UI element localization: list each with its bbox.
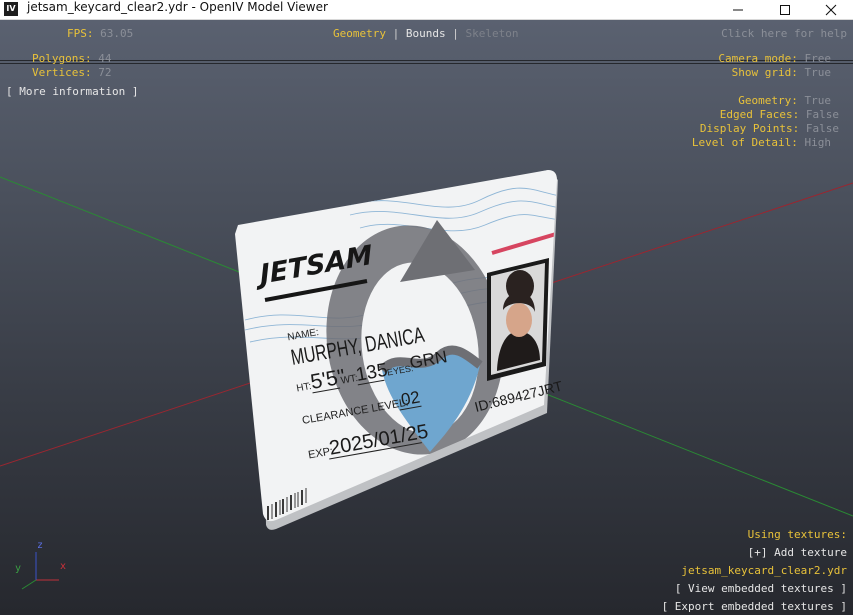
setting-level-of-detail[interactable]: Level of Detail: High — [692, 136, 839, 150]
help-link[interactable]: Click here for help — [721, 27, 847, 41]
view-tabs: Geometry | Bounds | Skeleton — [333, 27, 518, 41]
setting-show-grid[interactable]: Show grid: True — [718, 66, 831, 80]
setting-value: False — [805, 108, 839, 121]
vertices-value: 72 — [98, 66, 112, 79]
setting-label: Level of Detail: — [691, 136, 798, 149]
axis-y-label: y — [15, 563, 21, 574]
setting-edged-faces[interactable]: Edged Faces: False — [692, 108, 839, 122]
openiv-app-icon: IV — [4, 2, 18, 16]
title-bar: IV jetsam_keycard_clear2.ydr - OpenIV Mo… — [0, 0, 853, 20]
setting-value: True — [804, 94, 832, 107]
tab-skeleton: Skeleton — [465, 27, 519, 40]
keycard-model: JETSAM NAME: MURPHY, DANICA HT: 5'5" WT:… — [235, 170, 565, 530]
setting-display-points[interactable]: Display Points: False — [692, 122, 839, 136]
vertices-readout: Vertices: 72 — [32, 66, 111, 80]
tab-bounds[interactable]: Bounds — [406, 27, 446, 40]
fps-readout: FPS: 63.05 — [67, 27, 133, 41]
minimize-button[interactable] — [715, 0, 761, 19]
polygons-readout: Polygons: 44 — [32, 52, 111, 66]
camera-settings: Camera mode: Free Show grid: True — [718, 52, 831, 80]
setting-label: Display Points: — [699, 122, 800, 135]
vertices-label: Vertices: — [32, 66, 92, 79]
setting-label: Camera mode: — [718, 52, 798, 65]
axis-x-label: x — [60, 561, 66, 572]
fps-value: 63.05 — [100, 27, 134, 40]
setting-value: Free — [804, 52, 832, 65]
polygons-value: 44 — [98, 52, 112, 65]
texture-file-link[interactable]: jetsam_keycard_clear2.ydr — [662, 562, 847, 580]
axis-z-label: z — [37, 540, 43, 551]
fps-label: FPS: — [67, 27, 94, 40]
setting-label: Show grid: — [731, 66, 798, 79]
tab-geometry[interactable]: Geometry — [333, 27, 386, 40]
setting-value: High — [804, 136, 832, 149]
model-viewport[interactable]: JETSAM NAME: MURPHY, DANICA HT: 5'5" WT:… — [0, 20, 853, 615]
polygons-label: Polygons: — [32, 52, 92, 65]
setting-label: Edged Faces: — [719, 108, 800, 121]
tab-separator: | — [452, 27, 459, 40]
export-embedded-textures-link[interactable]: [ Export embedded textures ] — [662, 598, 847, 615]
setting-value: True — [804, 66, 832, 79]
more-information-link[interactable]: [ More information ] — [6, 85, 138, 99]
tab-separator: | — [392, 27, 400, 40]
minimize-icon — [733, 9, 743, 11]
card-clearance: 02 — [399, 387, 421, 409]
window-title: jetsam_keycard_clear2.ydr - OpenIV Model… — [27, 0, 328, 14]
setting-camera-mode[interactable]: Camera mode: Free — [718, 52, 831, 66]
id-photo — [487, 258, 549, 381]
render-settings: Geometry: True Edged Faces: False Displa… — [692, 94, 839, 150]
setting-geometry[interactable]: Geometry: True — [692, 94, 839, 108]
maximize-button[interactable] — [762, 0, 808, 19]
textures-heading: Using textures: — [747, 528, 847, 541]
maximize-icon — [780, 5, 790, 15]
close-button[interactable] — [808, 0, 853, 19]
texture-panel: Using textures: [+] Add texture jetsam_k… — [662, 526, 847, 615]
add-texture-link[interactable]: [+] Add texture — [662, 544, 847, 562]
setting-value: False — [805, 122, 839, 135]
setting-label: Geometry: — [738, 94, 798, 107]
axis-gizmo: x z y — [15, 540, 66, 590]
close-icon — [825, 4, 837, 16]
view-embedded-textures-link[interactable]: [ View embedded textures ] — [662, 580, 847, 598]
